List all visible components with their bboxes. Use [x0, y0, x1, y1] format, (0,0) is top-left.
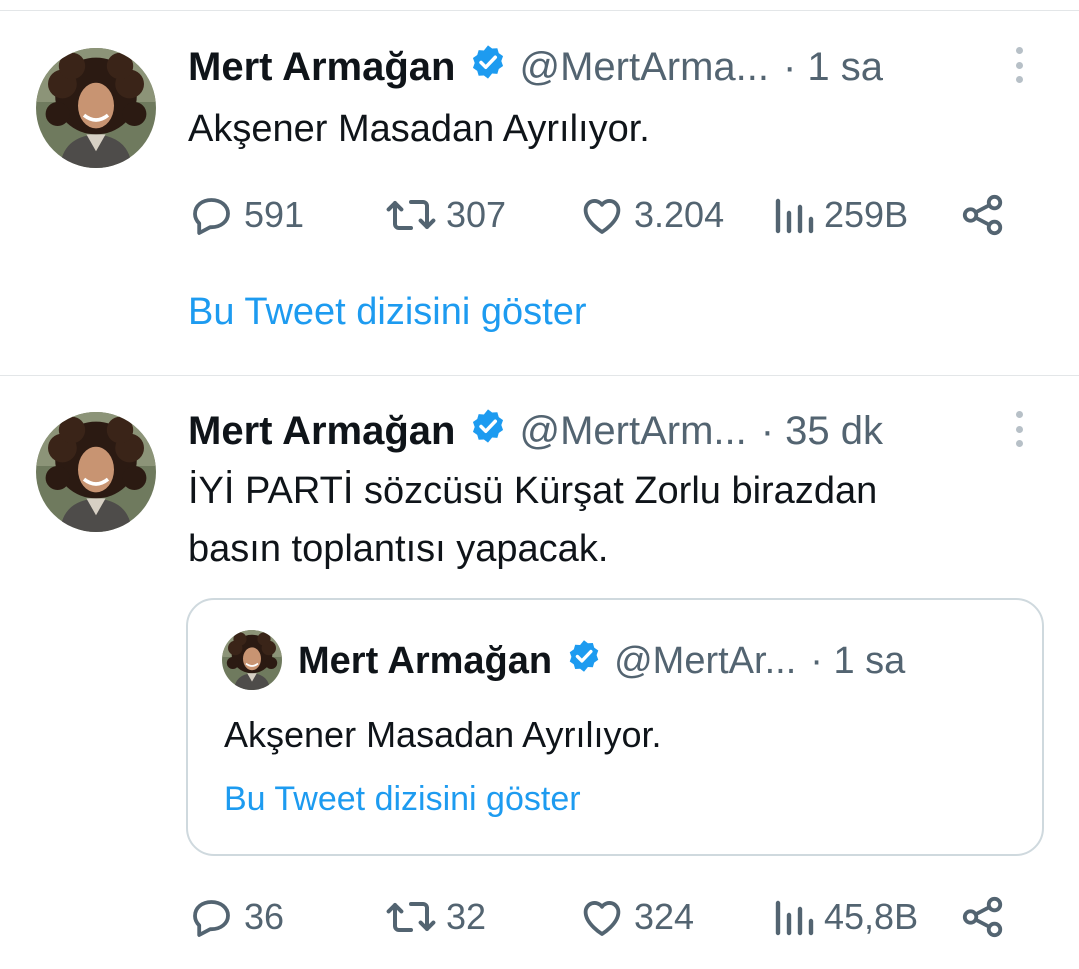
reply-count: 36	[244, 896, 285, 937]
tweet-actions: 36 32 324 45,8B	[188, 892, 1008, 942]
author-handle[interactable]: @MertArm...	[519, 409, 746, 454]
views-bar-chart-icon	[775, 900, 814, 936]
retweet-count: 32	[446, 896, 487, 937]
quoted-tweet-header: Mert Armağan @MertAr... · 1 sa	[298, 638, 905, 684]
share-button[interactable]	[960, 190, 1006, 240]
more-vertical-icon[interactable]	[1015, 47, 1023, 83]
tweet-text: Akşener Masadan Ayrılıyor.	[188, 108, 650, 150]
tweet-time[interactable]: · 35 dk	[761, 409, 883, 454]
verified-badge-icon	[469, 407, 507, 455]
avatar[interactable]	[36, 412, 156, 532]
like-count: 324	[634, 896, 695, 937]
verified-badge-icon	[566, 638, 602, 684]
quoted-avatar[interactable]	[222, 630, 282, 690]
views-count: 45,8B	[824, 896, 919, 937]
share-icon	[962, 194, 1003, 236]
retweet-icon	[386, 200, 436, 230]
quoted-author-handle: @MertAr...	[614, 639, 797, 682]
tweet-time[interactable]: · 1 sa	[783, 45, 883, 90]
tweet-header: Mert Armağan @MertArm... · 35 dk	[188, 407, 883, 455]
author-name[interactable]: Mert Armağan	[188, 45, 455, 90]
views-bar-chart-icon	[775, 198, 814, 234]
quoted-tweet-text: Akşener Masadan Ayrılıyor.	[224, 714, 662, 755]
avatar[interactable]	[36, 48, 156, 168]
views-button[interactable]: 259B	[772, 190, 908, 240]
quoted-show-thread-link[interactable]: Bu Tweet dizisini göster	[224, 780, 581, 819]
reply-button[interactable]: 591	[188, 190, 304, 240]
views-button[interactable]: 45,8B	[772, 892, 918, 942]
tweet-text: İYİ PARTİ sözcüsü Kürşat Zorlu birazdan …	[188, 462, 877, 578]
like-count: 3.204	[634, 194, 725, 235]
like-button[interactable]: 324	[578, 892, 694, 942]
quoted-author-name: Mert Armağan	[298, 639, 553, 682]
retweet-icon	[386, 902, 436, 932]
retweet-button[interactable]: 307	[384, 190, 506, 240]
reply-button[interactable]: 36	[188, 892, 284, 942]
reply-bubble-icon	[193, 198, 230, 235]
tweet-text-line-1: İYİ PARTİ sözcüsü Kürşat Zorlu birazdan	[188, 470, 878, 512]
tweet-actions: 591 307 3.204 259B	[188, 190, 1008, 240]
more-vertical-icon[interactable]	[1015, 411, 1023, 447]
views-count: 259B	[824, 194, 909, 235]
tweet-1[interactable]: Mert Armağan @MertArma... · 1 sa Akşener…	[0, 0, 1079, 375]
quoted-tweet-card[interactable]: Mert Armağan @MertAr... · 1 sa Akşener M…	[186, 598, 1044, 856]
share-icon	[962, 896, 1003, 938]
author-name[interactable]: Mert Armağan	[188, 409, 455, 454]
retweet-count: 307	[446, 194, 507, 235]
quoted-tweet-time: · 1 sa	[810, 639, 906, 682]
retweet-button[interactable]: 32	[384, 892, 486, 942]
reply-bubble-icon	[193, 900, 230, 937]
share-button[interactable]	[960, 892, 1006, 942]
tweet-text-line-2: basın toplantısı yapacak.	[188, 528, 609, 570]
tweet-header: Mert Armağan @MertArma... · 1 sa	[188, 43, 883, 91]
reply-count: 591	[244, 194, 305, 235]
heart-icon	[583, 199, 621, 234]
show-thread-link[interactable]: Bu Tweet dizisini göster	[188, 291, 587, 334]
author-handle[interactable]: @MertArma...	[519, 45, 769, 90]
like-button[interactable]: 3.204	[578, 190, 724, 240]
heart-icon	[583, 901, 621, 936]
verified-badge-icon	[469, 43, 507, 91]
